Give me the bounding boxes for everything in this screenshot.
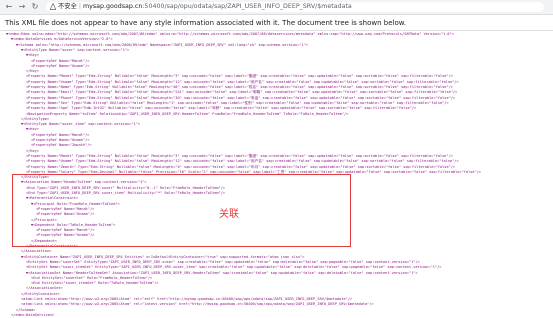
divider (0, 30, 553, 31)
style-info-notice: This XML file does not appear to have an… (5, 19, 407, 27)
xml-line: <PropertyRef Name="Uname"/> (31, 63, 90, 68)
xml-line: <atom:link xmlns:atom="http://www.w3.org… (21, 302, 374, 307)
xml-line: <NavigationProperty Name="toItem" Relati… (26, 111, 349, 116)
warning-icon[interactable] (50, 3, 56, 10)
association-highlight-box (12, 174, 351, 247)
back-icon[interactable]: ← (4, 2, 14, 12)
browser-toolbar: ← → ↻ 不安全 | mysap.goodsap.cn:50400/sap/o… (0, 0, 553, 15)
url-path: :50400/sap/opu/odata/sap/ZAPI_USER_INFO_… (142, 3, 352, 10)
xml-line: <PropertyRef Name="Zmonth"/> (31, 143, 92, 148)
association-annotation-label: 关联 (219, 209, 239, 220)
url-host: mysap.goodsap.cn (83, 3, 143, 10)
security-label[interactable]: 不安全 (58, 3, 77, 10)
reload-icon[interactable]: ↻ (30, 2, 40, 12)
address-text[interactable]: 不安全 | mysap.goodsap.cn:50400/sap/opu/oda… (47, 2, 352, 12)
forward-icon[interactable]: → (17, 2, 27, 12)
